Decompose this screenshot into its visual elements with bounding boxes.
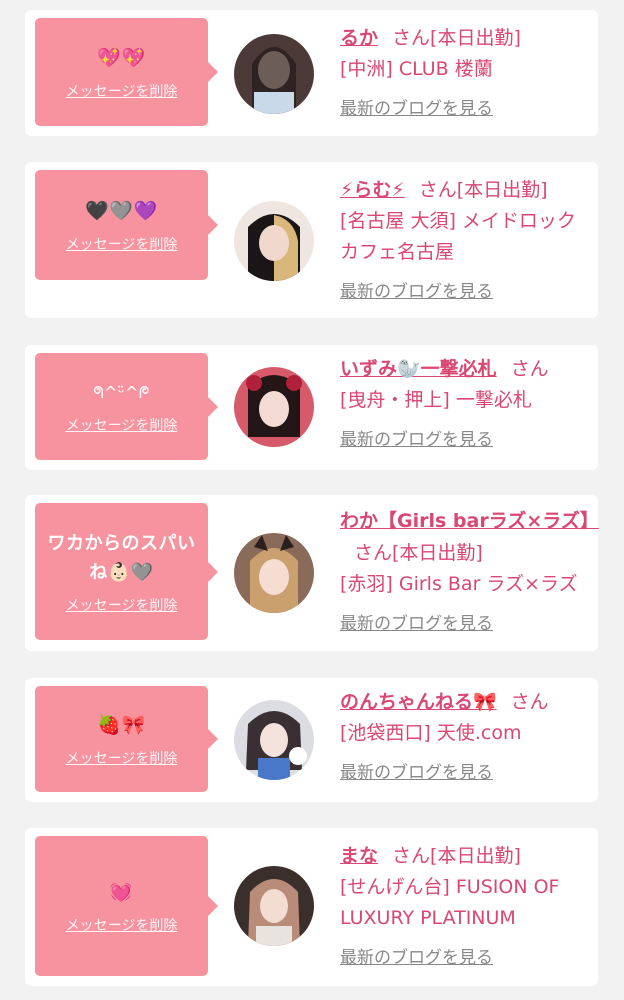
cast-info: るか さん[本日出勤] [中洲] CLUB 楼蘭 最新のブログを見る [340, 22, 592, 119]
message-card: ᖗ^ᵕ̈^ᖘ メッセージを削除 いずみ🦭一撃必札 さん [曳舟・押上] 一撃必札 … [25, 345, 598, 470]
latest-blog-link[interactable]: 最新のブログを見る [340, 277, 493, 302]
avatar[interactable] [234, 201, 314, 281]
message-bubble: ワカからのスパいね👶🏻🩶 メッセージを削除 [35, 503, 218, 640]
message-text: ワカからのスパいね👶🏻🩶 [47, 532, 196, 583]
shop-text: [池袋西口] 天使.com [340, 722, 522, 744]
message-bubble: 🍓🎀 メッセージを削除 [35, 686, 218, 792]
shop-text: [曳舟・押上] 一撃必札 [340, 389, 532, 411]
status-badge: [本日出勤] [392, 542, 483, 564]
latest-blog-link[interactable]: 最新のブログを見る [340, 609, 493, 634]
delete-message-link[interactable]: メッセージを削除 [66, 915, 178, 935]
avatar[interactable] [234, 866, 314, 946]
status-badge: [本日出勤] [456, 179, 548, 201]
latest-blog-link[interactable]: 最新のブログを見る [340, 758, 493, 783]
cast-info: まな さん[本日出勤] [せんげん台] FUSION OF LUXURY PLAT… [340, 840, 592, 968]
message-bubble: 🖤🩶💜 メッセージを削除 [35, 170, 218, 280]
latest-blog-link[interactable]: 最新のブログを見る [340, 425, 493, 450]
delete-message-link[interactable]: メッセージを削除 [66, 81, 178, 101]
cast-name-link[interactable]: まな [340, 845, 378, 867]
message-text: 🖤🩶💜 [85, 199, 158, 222]
message-text: 💓 [109, 880, 134, 903]
shop-text: [中洲] CLUB 楼蘭 [340, 58, 493, 80]
message-text: 🍓🎀 [97, 713, 146, 736]
cast-name-link[interactable]: いずみ🦭一撃必札 [340, 358, 497, 380]
shop-text: [赤羽] Girls Bar ラズ×ラズ [340, 573, 578, 595]
message-text: 💖💖 [97, 46, 146, 69]
cast-info: わか【Girls barラズ×ラズ】さん[本日出勤] [赤羽] Girls Ba… [340, 505, 599, 634]
delete-message-link[interactable]: メッセージを削除 [66, 595, 178, 615]
message-card: 🖤🩶💜 メッセージを削除 ⚡らむ⚡ さん[本日出勤] [名古屋 大須] メイドロッ… [25, 162, 598, 318]
message-bubble: 💖💖 メッセージを削除 [35, 18, 218, 126]
message-card: ワカからのスパいね👶🏻🩶 メッセージを削除 わか【Girls barラズ×ラズ】… [25, 495, 599, 651]
message-card: 🍓🎀 メッセージを削除 のんちゃんねる🎀 さん [池袋西口] 天使.com 最新の… [25, 678, 598, 802]
message-card: 💖💖 メッセージを削除 るか さん[本日出勤] [中洲] CLUB 楼蘭 最新のブ… [25, 10, 598, 136]
delete-message-link[interactable]: メッセージを削除 [66, 415, 178, 435]
message-bubble: 💓 メッセージを削除 [35, 836, 218, 976]
message-text: ᖗ^ᵕ̈^ᖘ [93, 383, 150, 402]
shop-text: [せんげん台] FUSION OF LUXURY PLATINUM [340, 876, 560, 929]
status-badge: [本日出勤] [430, 845, 521, 867]
honorific: さん [392, 845, 431, 867]
honorific: さん [510, 358, 549, 380]
honorific: さん [510, 691, 549, 713]
cast-info: のんちゃんねる🎀 さん [池袋西口] 天使.com 最新のブログを見る [340, 686, 592, 783]
cast-name-link[interactable]: ⚡らむ⚡ [340, 179, 405, 201]
cast-name-link[interactable]: わか【Girls barラズ×ラズ】 [340, 510, 599, 532]
cast-name-link[interactable]: るか [340, 27, 378, 49]
delete-message-link[interactable]: メッセージを削除 [66, 234, 178, 254]
avatar[interactable] [234, 34, 314, 114]
avatar[interactable] [234, 533, 314, 613]
cast-info: いずみ🦭一撃必札 さん [曳舟・押上] 一撃必札 最新のブログを見る [340, 353, 592, 450]
honorific: さん [354, 542, 393, 564]
avatar[interactable] [234, 700, 314, 780]
honorific: さん [418, 179, 457, 201]
delete-message-link[interactable]: メッセージを削除 [66, 748, 178, 768]
honorific: さん [392, 27, 431, 49]
shop-text: [名古屋 大須] メイドロックカフェ名古屋 [340, 210, 576, 263]
latest-blog-link[interactable]: 最新のブログを見る [340, 94, 493, 119]
message-bubble: ᖗ^ᵕ̈^ᖘ メッセージを削除 [35, 353, 218, 460]
cast-name-link[interactable]: のんちゃんねる🎀 [340, 691, 497, 713]
message-card: 💓 メッセージを削除 まな さん[本日出勤] [せんげん台] FUSION OF … [25, 828, 598, 986]
cast-info: ⚡らむ⚡ さん[本日出勤] [名古屋 大須] メイドロックカフェ名古屋 最新のブロ… [340, 174, 592, 302]
latest-blog-link[interactable]: 最新のブログを見る [340, 943, 493, 968]
status-badge: [本日出勤] [430, 27, 521, 49]
avatar[interactable] [234, 367, 314, 447]
